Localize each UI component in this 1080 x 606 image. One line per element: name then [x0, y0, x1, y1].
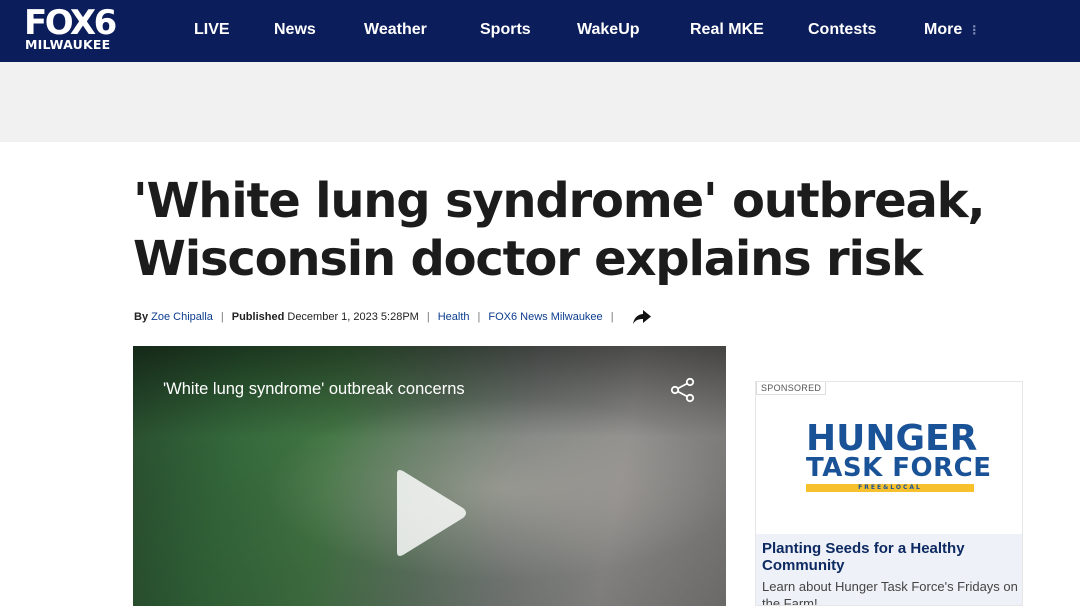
share-arrow-icon[interactable]: [632, 308, 652, 326]
published-date: December 1, 2023 5:28PM: [287, 311, 419, 323]
byline-separator: |: [477, 311, 481, 323]
nav-wakeup[interactable]: WakeUp: [577, 19, 640, 41]
more-dots-icon: ⋮: [968, 23, 981, 37]
headline-line-2: Wisconsin doctor explains risk: [133, 231, 923, 287]
article-headline: 'White lung syndrome' outbreak, Wisconsi…: [133, 172, 1053, 288]
hunger-task-force-logo: HUNGER TASK FORCE FREE&LOCAL: [756, 410, 1022, 530]
nav-news[interactable]: News: [274, 19, 316, 41]
sponsored-headline[interactable]: Planting Seeds for a Healthy Community: [762, 540, 1018, 574]
sponsored-card[interactable]: SPONSORED HUNGER TASK FORCE FREE&LOCAL P…: [755, 381, 1023, 606]
sponsored-text: Planting Seeds for a Healthy Community L…: [756, 534, 1022, 606]
logo-sub-text: MILWAUKEE: [25, 37, 111, 52]
video-share-icon[interactable]: [669, 376, 697, 404]
source-link[interactable]: FOX6 News Milwaukee: [488, 308, 602, 326]
nav-weather[interactable]: Weather: [364, 19, 427, 41]
video-title: 'White lung syndrome' outbreak concerns: [163, 380, 465, 398]
nav-live[interactable]: LIVE: [194, 19, 230, 41]
nav-real-mke[interactable]: Real MKE: [690, 19, 764, 41]
fox6-logo[interactable]: FOX6 MILWAUKEE: [24, 4, 126, 54]
category-link[interactable]: Health: [438, 308, 470, 326]
author-link[interactable]: Zoe Chipalla: [151, 308, 213, 326]
byline-separator: |: [610, 311, 614, 323]
video-player[interactable]: 'White lung syndrome' outbreak concerns: [133, 346, 726, 606]
nav-more[interactable]: More ⋮: [924, 19, 980, 41]
headline-line-1: 'White lung syndrome' outbreak,: [133, 173, 986, 229]
byline-by-label: By: [134, 311, 149, 323]
nav-more-label: More: [924, 21, 963, 38]
brand-tagline: FREE&LOCAL: [806, 484, 974, 492]
top-nav: FOX6 MILWAUKEE LIVE News Weather Sports …: [0, 0, 1080, 62]
byline-separator: |: [220, 311, 224, 323]
brand-line-2: TASK FORCE: [806, 453, 992, 483]
byline-separator: |: [426, 311, 430, 323]
top-ad-placeholder: [0, 62, 1080, 142]
nav-sports[interactable]: Sports: [480, 19, 531, 41]
published-label: Published: [231, 311, 285, 323]
sponsored-label: SPONSORED: [756, 382, 827, 395]
article-byline: By Zoe Chipalla | Published December 1, …: [134, 308, 652, 326]
nav-contests[interactable]: Contests: [808, 19, 876, 41]
sponsored-description: Learn about Hunger Task Force's Fridays …: [762, 579, 1018, 606]
play-button-icon[interactable]: [391, 466, 471, 561]
